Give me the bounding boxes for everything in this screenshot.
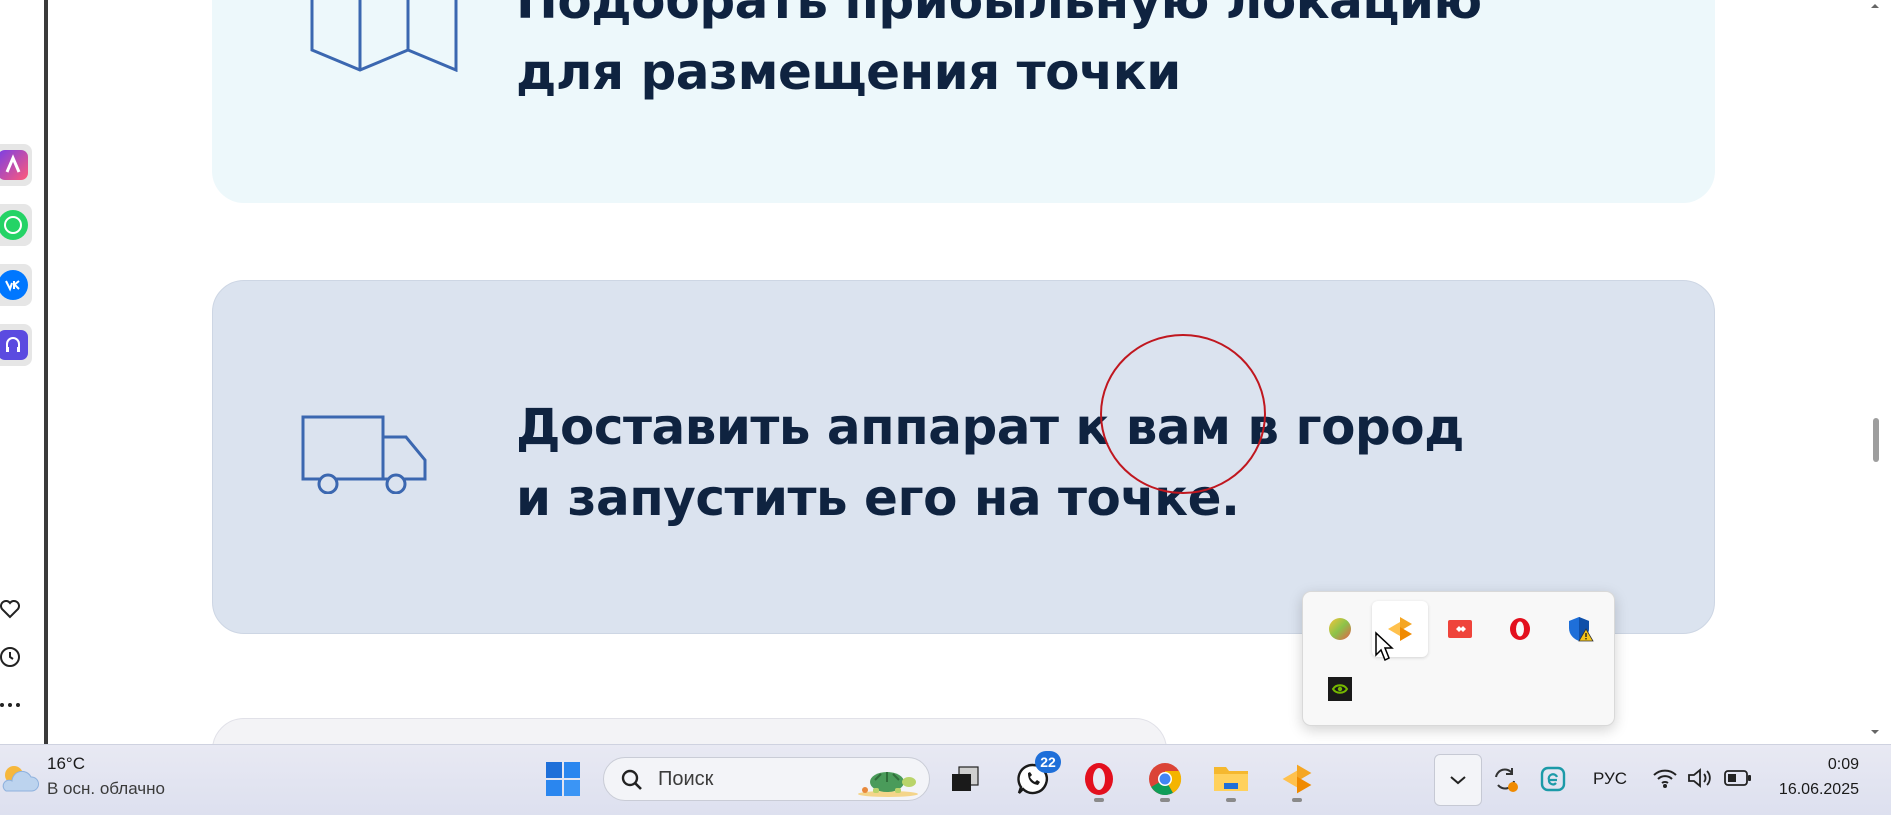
color-app-icon <box>1329 618 1351 640</box>
annotation-circle <box>1100 334 1266 494</box>
running-indicator <box>1292 798 1302 802</box>
taskbar-chrome[interactable] <box>1141 755 1189 803</box>
start-button[interactable] <box>539 755 587 803</box>
tray-sync[interactable] <box>1481 755 1529 803</box>
sidebar-music-button[interactable] <box>0 324 32 366</box>
wifi-icon <box>1653 769 1677 788</box>
tray-anydesk[interactable] <box>1432 601 1488 657</box>
tray-color-app[interactable] <box>1312 601 1368 657</box>
nvidia-icon <box>1328 677 1352 701</box>
tray-edge[interactable] <box>1529 755 1577 803</box>
task-view-button[interactable] <box>941 755 989 803</box>
scroll-thumb[interactable] <box>1873 418 1879 462</box>
taskbar-opera[interactable] <box>1075 755 1123 803</box>
language-indicator[interactable]: РУС <box>1593 769 1627 789</box>
running-indicator <box>1226 798 1236 802</box>
music-icon <box>0 330 28 360</box>
sidebar-vk-button[interactable] <box>0 264 32 306</box>
feature-card-next <box>212 718 1167 744</box>
card-title-location: Подобрать прибыльную локацию для размеще… <box>516 0 1482 101</box>
edge-icon <box>1540 766 1566 792</box>
running-indicator <box>1094 798 1104 802</box>
clock-date: 16.06.2025 <box>1778 781 1859 798</box>
tray-defender[interactable] <box>1552 601 1608 657</box>
taskbar: 16°C В осн. облачно Поиск 22 РУС 0:09 16… <box>0 744 1891 815</box>
browser-sidebar <box>0 0 44 744</box>
map-icon <box>310 0 458 72</box>
scroll-up-icon[interactable] <box>1869 0 1881 12</box>
search-icon <box>621 769 642 790</box>
truck-icon <box>301 415 427 494</box>
alice-icon <box>0 150 28 180</box>
volume-icon <box>1688 768 1711 788</box>
whatsapp-icon <box>0 210 28 240</box>
anydesk-icon <box>1448 620 1472 638</box>
taskbar-yandex-app[interactable] <box>1273 755 1321 803</box>
battery-icon <box>1724 770 1751 786</box>
search-placeholder: Поиск <box>658 768 714 790</box>
sidebar-whatsapp-button[interactable] <box>0 204 32 246</box>
page-scrollbar[interactable] <box>1856 0 1891 744</box>
running-indicator <box>1160 798 1170 802</box>
chevron-down-icon <box>1450 776 1466 785</box>
windows-start-icon <box>546 762 580 796</box>
sidebar-alice-button[interactable] <box>0 144 32 186</box>
weather-description: В осн. облачно <box>47 779 165 798</box>
file-explorer-icon <box>1214 767 1248 791</box>
taskbar-file-explorer[interactable] <box>1207 755 1255 803</box>
mouse-cursor <box>1375 631 1394 662</box>
history-icon[interactable] <box>0 645 22 669</box>
more-icon[interactable] <box>0 693 22 717</box>
task-view-icon <box>952 766 979 791</box>
chrome-icon <box>1149 763 1182 796</box>
opera-icon <box>1510 618 1530 640</box>
sidebar-divider <box>44 0 48 744</box>
sync-icon <box>1495 768 1518 792</box>
vk-icon <box>0 270 28 300</box>
tray-nvidia[interactable] <box>1312 661 1368 717</box>
taskbar-whatsapp[interactable]: 22 <box>1009 751 1061 803</box>
weather-cloud-sun-icon <box>2 766 39 792</box>
weather-temperature: 16°C <box>47 754 85 773</box>
yandex-app-icon <box>1282 764 1312 794</box>
opera-icon <box>1085 763 1113 795</box>
turtle-search-highlight-icon <box>858 772 918 797</box>
scroll-down-icon[interactable] <box>1869 726 1881 738</box>
card-title-delivery: Доставить аппарат к вам в город и запуст… <box>516 398 1464 527</box>
taskbar-search[interactable]: Поиск <box>603 757 930 801</box>
tray-overflow-popup <box>1302 591 1615 726</box>
clock-time: 0:09 <box>1827 756 1859 773</box>
tray-opera[interactable] <box>1492 601 1548 657</box>
heart-icon[interactable] <box>0 597 22 621</box>
show-hidden-icons-button[interactable] <box>1434 754 1482 806</box>
whatsapp-unread-badge: 22 <box>1035 751 1061 773</box>
defender-warning-icon <box>1569 617 1594 642</box>
